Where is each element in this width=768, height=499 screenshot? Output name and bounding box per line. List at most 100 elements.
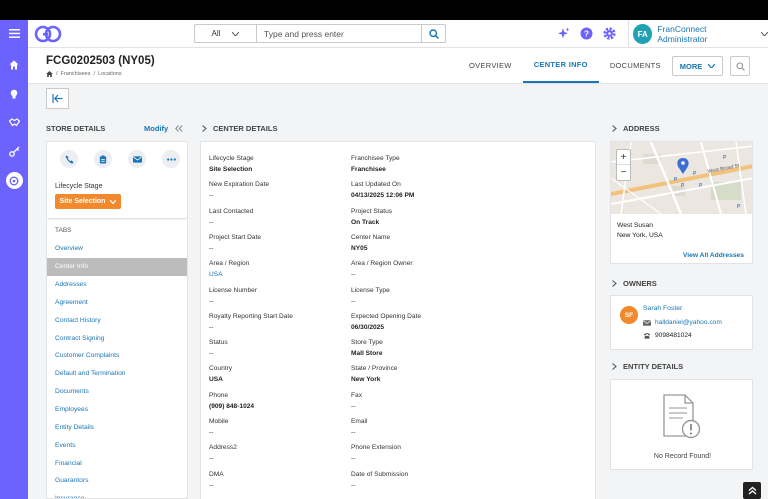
task-button[interactable] <box>94 150 112 168</box>
map-zoom-in-button[interactable]: + <box>617 150 630 165</box>
view-all-addresses-link[interactable]: View All Addresses <box>683 252 744 259</box>
center-field: Area / Region USA <box>209 260 349 278</box>
tab-overview[interactable]: OVERVIEW <box>458 48 523 83</box>
center-field-label: Franchisee Type <box>351 155 400 162</box>
center-field-value: On Track <box>351 218 380 226</box>
help-icon[interactable]: ? <box>580 27 593 40</box>
center-field: State / Province New York <box>351 365 491 383</box>
mail-icon <box>643 319 651 326</box>
store-tab-financial[interactable]: Financial <box>47 454 187 472</box>
store-tab-overview[interactable]: Overview <box>47 240 187 258</box>
center-field: Last Contacted -- <box>209 208 349 226</box>
chevron-right-icon <box>202 125 207 132</box>
app-header: All ? FA FranConnect Administrator <box>0 19 768 48</box>
store-tab-center-info[interactable]: Center Info <box>47 257 187 276</box>
store-tab-documents[interactable]: Documents <box>47 383 187 401</box>
home-icon <box>9 60 19 69</box>
nav-home[interactable] <box>0 50 28 79</box>
search-icon <box>735 61 745 71</box>
center-field-value: 06/30/2025 <box>351 323 385 331</box>
owners-header[interactable]: OWNERS <box>612 279 657 288</box>
home-icon[interactable] <box>46 71 53 77</box>
map-zoom-out-button[interactable]: − <box>617 165 630 180</box>
center-field-value[interactable]: USA <box>209 271 349 278</box>
owner-email-link[interactable]: halldaniel@yahoo.com <box>655 319 722 326</box>
center-field-value: -- <box>351 297 356 305</box>
mail-icon <box>132 155 142 163</box>
nav-deals[interactable] <box>0 108 28 137</box>
store-tab-agreement[interactable]: Agreement <box>47 294 187 312</box>
breadcrumb-franchisees[interactable]: Franchisees <box>61 71 91 77</box>
sparkle-icon[interactable] <box>557 27 570 40</box>
tab-documents[interactable]: DOCUMENTS <box>599 48 672 83</box>
store-tab-default-termination[interactable]: Default and Termination <box>47 365 187 383</box>
store-tab-contact-history[interactable]: Contact History <box>47 311 187 329</box>
nav-ideas[interactable] <box>0 79 28 108</box>
entity-details-card: No Record Found! <box>610 379 753 470</box>
center-field: Date of Submission -- <box>351 471 491 489</box>
store-tab-addresses[interactable]: Addresses <box>47 276 187 294</box>
center-field-value: -- <box>351 455 356 463</box>
left-nav <box>0 48 28 499</box>
breadcrumb-locations[interactable]: Locations <box>98 71 122 77</box>
store-details-collapse-button[interactable] <box>170 117 188 139</box>
page-title-bar: FCG0202503 (NY05) / Franchisees / Locati… <box>28 48 768 84</box>
store-tab-events[interactable]: Events <box>47 436 187 454</box>
more-actions-button[interactable] <box>162 150 180 168</box>
center-field: Address2 -- <box>209 444 349 462</box>
nav-locations[interactable] <box>0 166 28 195</box>
center-field-label: State / Province <box>351 365 398 373</box>
more-button[interactable]: MORE <box>672 56 723 76</box>
gear-icon[interactable] <box>603 27 616 40</box>
search-scope-select[interactable]: All <box>195 25 257 42</box>
nav-keys[interactable] <box>0 137 28 166</box>
center-details-header[interactable]: CENTER DETAILS <box>202 124 277 133</box>
call-button[interactable] <box>60 150 78 168</box>
svg-text:?: ? <box>584 29 589 39</box>
center-field-value: -- <box>209 297 214 305</box>
center-field-label: Email <box>351 418 368 425</box>
store-tab-insurance[interactable]: Insurance <box>47 490 187 498</box>
center-field-value: -- <box>209 481 214 489</box>
double-chevron-left-icon <box>175 124 183 132</box>
center-field: Area / Region Owner -- <box>351 260 491 278</box>
more-dots-icon <box>166 157 176 161</box>
store-tab-employees[interactable]: Employees <box>47 401 187 419</box>
modify-link[interactable]: Modify <box>144 124 168 133</box>
address-header[interactable]: ADDRESS <box>612 124 660 133</box>
center-field-label: Last Contacted <box>209 207 254 215</box>
app-logo[interactable] <box>34 25 62 43</box>
user-menu[interactable]: FA FranConnect Administrator <box>628 20 768 48</box>
store-details-heading: STORE DETAILS <box>46 124 106 133</box>
center-field-label: Lifecycle Stage <box>209 155 254 162</box>
center-field: Center Name NY05 <box>351 234 491 252</box>
search-scope-value: All <box>211 29 221 38</box>
collapse-panel-button[interactable] <box>46 88 69 109</box>
center-field-label: Mobile <box>209 418 229 425</box>
key-icon <box>8 146 19 157</box>
store-tab-contract-signing[interactable]: Contract Signing <box>47 329 187 347</box>
store-tab-entity-details[interactable]: Entity Details <box>47 418 187 436</box>
tab-center-info[interactable]: CENTER INFO <box>522 48 599 83</box>
owner-name-link[interactable]: Sarah Foster <box>643 305 682 312</box>
phone-icon <box>64 154 74 164</box>
chevron-right-icon <box>612 280 617 287</box>
center-field: Last Updated On 04/13/2025 12:06 PM <box>351 181 491 199</box>
store-tab-guarantors[interactable]: Guarantors <box>47 472 187 490</box>
search-submit-button[interactable] <box>421 25 445 42</box>
email-button[interactable] <box>128 150 146 168</box>
lifecycle-stage-dropdown[interactable]: Site Selection <box>55 194 121 209</box>
address-card: West Broad St P P P P P P + − West Susan… <box>610 141 753 264</box>
center-field-label: Status <box>209 339 228 347</box>
address-map[interactable]: West Broad St P P P P P P + − <box>611 142 752 214</box>
store-tab-customer-complaints[interactable]: Customer Complaints <box>47 347 187 365</box>
map-zoom-controls: + − <box>616 149 631 181</box>
entity-details-header[interactable]: ENTITY DETAILS <box>612 362 683 371</box>
hamburger-menu-button[interactable] <box>0 19 28 48</box>
center-field-value: New York <box>351 376 381 384</box>
center-field-value: -- <box>351 271 356 279</box>
center-field: Project Status On Track <box>351 208 491 226</box>
search-input[interactable] <box>257 25 421 42</box>
scroll-to-top-button[interactable] <box>743 482 761 499</box>
page-search-button[interactable] <box>730 56 750 76</box>
